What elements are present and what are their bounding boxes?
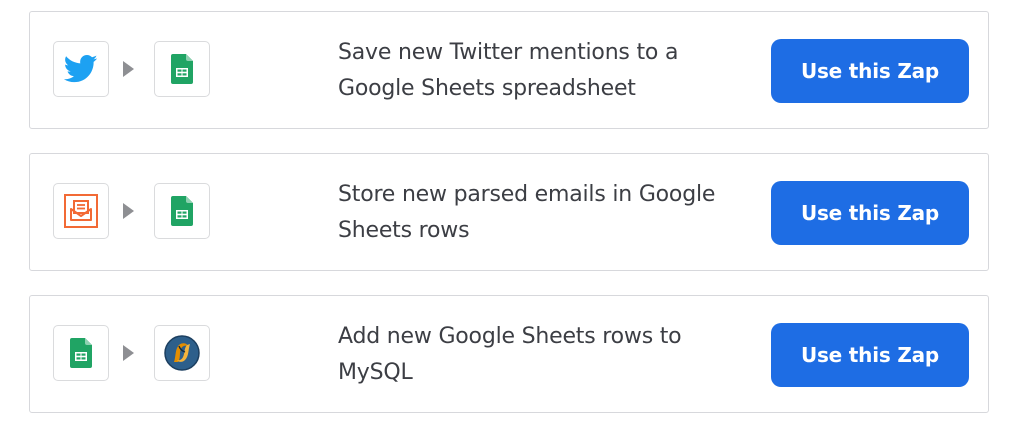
action-app-tile [154, 325, 210, 381]
trigger-app-tile [53, 325, 109, 381]
zap-description: Store new parsed emails in Google Sheets… [338, 182, 716, 243]
trigger-app-tile [53, 183, 109, 239]
google-sheets-icon [70, 338, 92, 368]
google-sheets-icon [171, 54, 193, 84]
arrow-right-icon [123, 345, 134, 361]
zap-card[interactable]: Save new Twitter mentions to a Google Sh… [29, 11, 989, 129]
email-parser-icon [64, 194, 98, 228]
zap-description: Save new Twitter mentions to a Google Sh… [338, 40, 679, 101]
action-app-tile [154, 41, 210, 97]
use-this-zap-button[interactable]: Use this Zap [771, 39, 969, 103]
arrow-right-icon [123, 203, 134, 219]
twitter-icon [64, 54, 98, 84]
zap-card[interactable]: Add new Google Sheets rows to MySQL Use … [29, 295, 989, 413]
use-this-zap-button[interactable]: Use this Zap [771, 181, 969, 245]
action-app-tile [154, 183, 210, 239]
google-sheets-icon [171, 196, 193, 226]
trigger-app-tile [53, 41, 109, 97]
zap-card[interactable]: Store new parsed emails in Google Sheets… [29, 153, 989, 271]
mysql-icon [163, 334, 201, 372]
zap-description: Add new Google Sheets rows to MySQL [338, 324, 682, 385]
use-this-zap-button[interactable]: Use this Zap [771, 323, 969, 387]
arrow-right-icon [123, 61, 134, 77]
zap-template-list: Save new Twitter mentions to a Google Sh… [0, 0, 1024, 421]
